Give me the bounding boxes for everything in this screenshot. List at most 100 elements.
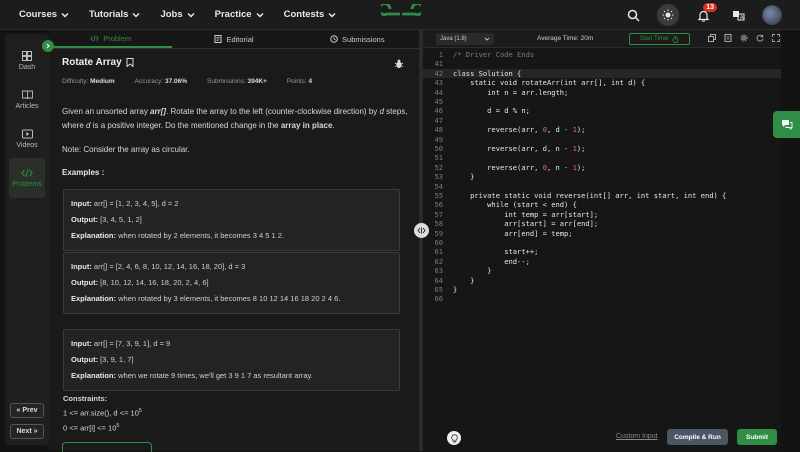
resize-handle-icon[interactable] — [414, 223, 429, 238]
gfg-logo-icon[interactable] — [381, 4, 421, 24]
document-icon — [214, 35, 222, 43]
line-number: 44 — [434, 87, 443, 97]
constraint-text: 0 <= arr[i] <= 10 — [63, 423, 117, 432]
editor-icons — [707, 33, 781, 43]
code-line[interactable]: 57 int temp = arr[start]; — [423, 210, 781, 219]
nav-practice[interactable]: Practice — [215, 9, 265, 20]
rail-item-articles[interactable]: Articles — [9, 81, 45, 119]
bug-report-icon[interactable] — [394, 59, 404, 69]
avatar[interactable] — [762, 5, 782, 25]
input-value: arr[] = [2, 4, 6, 8, 10, 12, 14, 16, 18,… — [93, 262, 246, 271]
tab-submissions[interactable]: Submissions — [296, 30, 419, 48]
tab-label: Problem — [103, 33, 132, 43]
code-line[interactable]: 50 reverse(arr, d, n - 1); — [423, 144, 781, 153]
code-line[interactable]: 63 } — [423, 266, 781, 275]
code-line[interactable]: 47 — [423, 116, 781, 125]
code-text: reverse(arr, 0, d - 1); — [453, 125, 586, 135]
line-number: 49 — [434, 134, 443, 144]
example-explanation: Explanation: when rotated by 3 elements,… — [71, 291, 392, 307]
copy-icon[interactable] — [707, 33, 717, 43]
tab-problem[interactable]: Problem — [49, 30, 173, 48]
problem-panel: Problem Editorial Submissions Rotate Arr… — [49, 30, 419, 451]
collapse-panel-button[interactable] — [42, 40, 54, 52]
code-line[interactable]: 48 reverse(arr, 0, d - 1); — [423, 125, 781, 134]
prev-button[interactable]: « Prev — [10, 403, 44, 418]
output-label: Output: — [71, 215, 99, 224]
next-button[interactable]: Next » — [10, 424, 44, 439]
rail-item-videos[interactable]: Videos — [9, 120, 45, 158]
submissions-value: 394K+ — [247, 78, 267, 85]
code-line[interactable]: 53 } — [423, 172, 781, 181]
video-icon — [21, 129, 33, 139]
dashboard-icon — [22, 51, 32, 61]
code-line[interactable]: 64 } — [423, 276, 781, 285]
code-line[interactable]: 52 reverse(arr, 0, n - 1); — [423, 163, 781, 172]
code-line[interactable]: 43 static void rotateArr(int arr[], int … — [423, 78, 781, 87]
code-line[interactable]: 59 arr[end] = temp; — [423, 229, 781, 238]
constraint-exponent: 5 — [116, 422, 120, 429]
language-value: Java (1.8) — [440, 36, 467, 42]
code-line[interactable]: 49 — [423, 135, 781, 144]
document-icon[interactable] — [723, 33, 733, 43]
fullscreen-icon[interactable] — [771, 33, 781, 43]
code-area[interactable]: 1 /* Driver Code Ends 41 42 class Solution {… — [423, 50, 781, 440]
chat-icon[interactable] — [773, 111, 800, 138]
translate-icon[interactable]: A — [727, 4, 749, 26]
line-number: 50 — [434, 144, 443, 153]
settings-icon[interactable] — [739, 33, 749, 43]
bookmark-icon[interactable] — [126, 58, 134, 67]
code-text: static void rotateArr(int arr[], int d) … — [453, 78, 646, 88]
bell-icon[interactable]: 13 — [692, 3, 717, 26]
nav-jobs[interactable]: Jobs — [160, 9, 195, 20]
code-line[interactable]: 46 d = d % n; — [423, 106, 781, 115]
chevron-down-icon — [328, 12, 336, 18]
tab-editorial[interactable]: Editorial — [172, 30, 295, 48]
code-line[interactable]: 56 while (start < end) { — [423, 200, 781, 209]
rail-item-dash[interactable]: Dash — [9, 42, 45, 80]
example-input: Input: arr[] = [2, 4, 6, 8, 10, 12, 14, … — [71, 259, 392, 275]
code-editor-panel: Java (1.8) Average Time: 20m Start Timer… — [423, 30, 781, 451]
notification-badge: 13 — [703, 3, 717, 12]
code-line[interactable]: 42 class Solution { — [423, 68, 781, 79]
output-value: [3, 4, 5, 1, 2] — [100, 215, 142, 224]
difficulty: Difficulty: Medium — [62, 78, 115, 85]
line-number: 52 — [434, 162, 443, 172]
code-line[interactable]: 55 private static void reverse(int[] arr… — [423, 191, 781, 200]
code-line[interactable]: 54 — [423, 182, 781, 191]
refresh-icon[interactable] — [755, 33, 765, 43]
code-text: arr[start] = arr[end]; — [453, 219, 599, 229]
theme-toggle-icon[interactable] — [657, 4, 679, 26]
search-icon[interactable] — [622, 4, 644, 26]
rail-label: Articles — [15, 103, 39, 110]
code-line[interactable]: 41 — [423, 59, 781, 68]
lightbulb-icon[interactable] — [447, 431, 461, 445]
code-line[interactable]: 44 int n = arr.length; — [423, 88, 781, 97]
code-line[interactable]: 58 arr[start] = arr[end]; — [423, 219, 781, 228]
example-output: Output: [8, 10, 12, 14, 16, 18, 20, 2, 4… — [71, 275, 392, 291]
code-line[interactable]: 62 end--; — [423, 257, 781, 266]
code-line[interactable]: 51 — [423, 153, 781, 162]
nav-courses[interactable]: Courses — [19, 9, 70, 20]
code-line[interactable]: 61 start++; — [423, 247, 781, 256]
line-number: 41 — [434, 59, 443, 69]
language-select[interactable]: Java (1.8) — [436, 33, 494, 45]
code-line[interactable]: 66 — [423, 294, 781, 303]
start-timer-button[interactable]: Start Timer — [629, 33, 690, 45]
problem-content: Rotate Array Difficulty: Medium Accuracy… — [62, 57, 408, 177]
nav-tutorials[interactable]: Tutorials — [89, 9, 141, 20]
line-number: 42 — [434, 68, 443, 78]
submit-button[interactable]: Submit — [737, 429, 777, 445]
code-line[interactable]: 60 — [423, 238, 781, 247]
desc-text: . Rotate the array to the left (counter-… — [166, 107, 380, 116]
left-rail: Dash Articles Videos Problems « Prev Nex… — [5, 34, 49, 445]
rail-item-problems[interactable]: Problems — [9, 158, 45, 198]
code-line[interactable]: 45 — [423, 97, 781, 106]
nav-label: Courses — [19, 9, 58, 20]
code-line[interactable]: 1 /* Driver Code Ends — [423, 50, 781, 59]
explanation-label: Explanation: — [71, 294, 117, 303]
compile-run-button[interactable]: Compile & Run — [667, 429, 728, 445]
custom-input-link[interactable]: Custom Input — [616, 433, 658, 440]
code-line[interactable]: 65} — [423, 285, 781, 294]
desc-text: . — [332, 121, 335, 130]
nav-contests[interactable]: Contests — [284, 9, 338, 20]
